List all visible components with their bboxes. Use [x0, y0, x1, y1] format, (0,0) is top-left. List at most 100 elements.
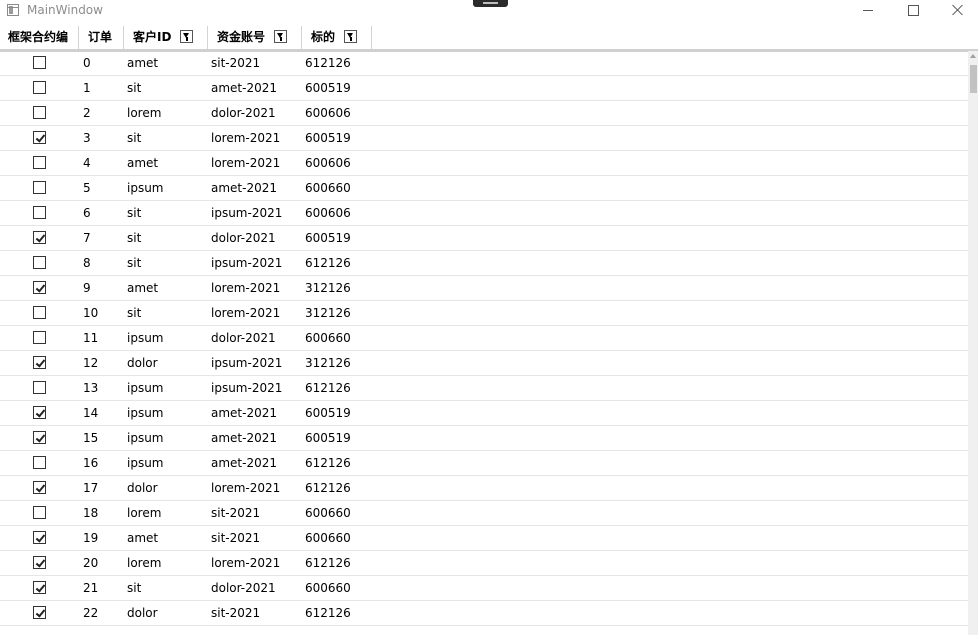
filter-icon[interactable]	[344, 30, 357, 43]
drag-handle-icon[interactable]	[473, 0, 508, 7]
row-checkbox[interactable]	[33, 506, 46, 519]
filter-icon[interactable]	[274, 30, 287, 43]
client-id-cell: ipsum	[127, 456, 164, 470]
table-row[interactable]: 5 ipsum amet-2021 600660	[0, 176, 968, 201]
maximize-button[interactable]	[890, 0, 936, 22]
table-row[interactable]: 19 amet sit-2021 600660	[0, 526, 968, 551]
target-cell: 600660	[305, 581, 351, 595]
target-cell: 600519	[305, 81, 351, 95]
row-checkbox[interactable]	[33, 556, 46, 569]
row-checkbox[interactable]	[33, 581, 46, 594]
row-checkbox[interactable]	[33, 81, 46, 94]
scroll-up-arrow-icon[interactable]	[970, 54, 976, 58]
column-header-fund-account[interactable]: 资金账号	[208, 26, 302, 49]
vertical-scrollbar[interactable]	[968, 51, 978, 635]
fund-account-cell: sit-2021	[211, 506, 261, 520]
fund-account-cell: amet-2021	[211, 456, 277, 470]
data-grid-body: 0 amet sit-2021 612126 1 sit amet-2021 600519 2 l…	[0, 51, 968, 635]
fund-account-cell: dolor-2021	[211, 231, 276, 245]
table-row[interactable]: 21 sit dolor-2021 600660	[0, 576, 968, 601]
filter-icon[interactable]	[180, 30, 193, 43]
table-row[interactable]: 14 ipsum amet-2021 600519	[0, 401, 968, 426]
order-cell: 0	[83, 56, 91, 70]
table-row[interactable]: 2 lorem dolor-2021 600606	[0, 101, 968, 126]
table-row[interactable]: 6 sit ipsum-2021 600606	[0, 201, 968, 226]
order-cell: 1	[83, 81, 91, 95]
row-checkbox[interactable]	[33, 406, 46, 419]
row-checkbox[interactable]	[33, 281, 46, 294]
fund-account-cell: sit-2021	[211, 56, 261, 70]
row-checkbox[interactable]	[33, 306, 46, 319]
client-id-cell: amet	[127, 281, 159, 295]
row-checkbox[interactable]	[33, 56, 46, 69]
row-checkbox[interactable]	[33, 431, 46, 444]
table-row[interactable]: 7 sit dolor-2021 600519	[0, 226, 968, 251]
table-row[interactable]: 18 lorem sit-2021 600660	[0, 501, 968, 526]
minimize-button[interactable]	[845, 0, 891, 22]
client-id-cell: dolor	[127, 606, 158, 620]
target-cell: 612126	[305, 606, 351, 620]
row-checkbox[interactable]	[33, 181, 46, 194]
fund-account-cell: ipsum-2021	[211, 256, 283, 270]
client-id-cell: lorem	[127, 506, 162, 520]
close-button[interactable]	[935, 0, 978, 22]
row-checkbox[interactable]	[33, 156, 46, 169]
client-id-cell: ipsum	[127, 381, 164, 395]
row-checkbox[interactable]	[33, 331, 46, 344]
client-id-cell: amet	[127, 531, 159, 545]
table-row[interactable]: 13 ipsum ipsum-2021 612126	[0, 376, 968, 401]
target-cell: 600606	[305, 206, 351, 220]
order-cell: 2	[83, 106, 91, 120]
table-row[interactable]: 17 dolor lorem-2021 612126	[0, 476, 968, 501]
scroll-thumb[interactable]	[970, 65, 977, 93]
table-row[interactable]: 1 sit amet-2021 600519	[0, 76, 968, 101]
row-checkbox[interactable]	[33, 231, 46, 244]
target-cell: 612126	[305, 256, 351, 270]
row-checkbox[interactable]	[33, 531, 46, 544]
order-cell: 13	[83, 381, 99, 395]
client-id-cell: sit	[127, 306, 142, 320]
target-cell: 612126	[305, 381, 351, 395]
row-checkbox[interactable]	[33, 356, 46, 369]
client-id-cell: dolor	[127, 481, 158, 495]
column-header-label: 资金账号	[217, 30, 266, 44]
row-checkbox[interactable]	[33, 131, 46, 144]
table-row[interactable]: 0 amet sit-2021 612126	[0, 51, 968, 76]
row-checkbox[interactable]	[33, 606, 46, 619]
table-row[interactable]: 20 lorem lorem-2021 612126	[0, 551, 968, 576]
target-cell: 612126	[305, 481, 351, 495]
row-checkbox[interactable]	[33, 256, 46, 269]
column-header-label: 框架合约编	[8, 30, 69, 44]
row-checkbox[interactable]	[33, 481, 46, 494]
row-checkbox[interactable]	[33, 106, 46, 119]
column-header-target[interactable]: 标的	[302, 26, 372, 49]
table-row[interactable]: 15 ipsum amet-2021 600519	[0, 426, 968, 451]
table-row[interactable]: 3 sit lorem-2021 600519	[0, 126, 968, 151]
row-checkbox[interactable]	[33, 206, 46, 219]
column-header-order[interactable]: 订单	[79, 26, 124, 49]
column-header-client-id[interactable]: 客户ID	[124, 26, 208, 49]
window-icon	[7, 4, 19, 16]
fund-account-cell: sit-2021	[211, 606, 261, 620]
table-row[interactable]: 12 dolor ipsum-2021 312126	[0, 351, 968, 376]
table-row[interactable]: 10 sit lorem-2021 312126	[0, 301, 968, 326]
fund-account-cell: dolor-2021	[211, 106, 276, 120]
grid-header: 框架合约编 订单 客户ID 资金账号 标的	[0, 26, 978, 52]
order-cell: 7	[83, 231, 91, 245]
row-checkbox[interactable]	[33, 456, 46, 469]
target-cell: 612126	[305, 556, 351, 570]
column-header-label: 客户ID	[133, 30, 172, 44]
order-cell: 22	[83, 606, 99, 620]
table-row[interactable]: 9 amet lorem-2021 312126	[0, 276, 968, 301]
target-cell: 600519	[305, 431, 351, 445]
fund-account-cell: amet-2021	[211, 181, 277, 195]
row-checkbox[interactable]	[33, 381, 46, 394]
client-id-cell: ipsum	[127, 431, 164, 445]
column-header-framework-contract[interactable]: 框架合约编	[0, 26, 79, 49]
table-row[interactable]: 4 amet lorem-2021 600606	[0, 151, 968, 176]
table-row[interactable]: 8 sit ipsum-2021 612126	[0, 251, 968, 276]
title-bar: MainWindow	[0, 0, 978, 22]
table-row[interactable]: 11 ipsum dolor-2021 600660	[0, 326, 968, 351]
table-row[interactable]: 22 dolor sit-2021 612126	[0, 601, 968, 626]
table-row[interactable]: 16 ipsum amet-2021 612126	[0, 451, 968, 476]
